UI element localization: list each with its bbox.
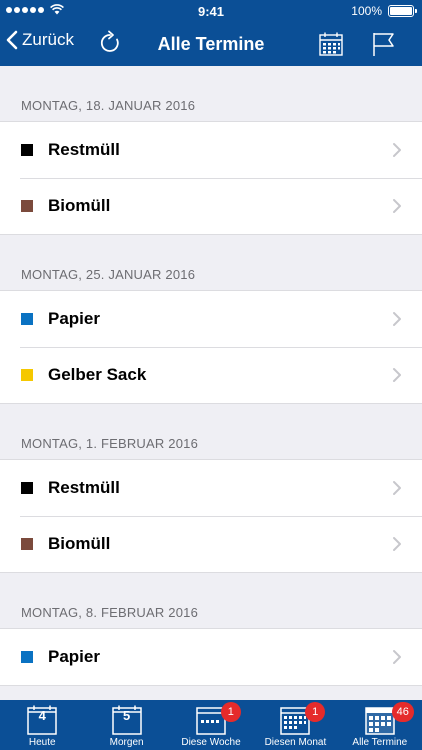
date-section: MONTAG, 8. FEBRUAR 2016 Papier xyxy=(0,573,422,686)
chevron-right-icon xyxy=(393,537,401,551)
calendar-all-icon xyxy=(365,707,395,735)
battery-icon xyxy=(388,5,417,17)
section-date: MONTAG, 18. JANUAR 2016 xyxy=(21,98,196,113)
item-label: Restmüll xyxy=(48,478,120,497)
list-item[interactable]: Restmüll xyxy=(0,122,422,178)
item-label: Gelber Sack xyxy=(48,365,147,384)
chevron-right-icon xyxy=(393,650,401,664)
date-section: MONTAG, 1. FEBRUAR 2016 Restmüll Biomüll xyxy=(0,404,422,573)
list-item[interactable]: Biomüll xyxy=(0,178,422,234)
item-label: Biomüll xyxy=(48,534,111,553)
color-swatch xyxy=(21,651,33,663)
chevron-right-icon xyxy=(393,368,401,382)
tab-alle-termine[interactable]: 46 Alle Termine xyxy=(338,700,422,750)
list-item[interactable]: Gelber Sack xyxy=(0,347,422,403)
section-date: MONTAG, 8. FEBRUAR 2016 xyxy=(21,605,199,620)
tab-label: Diese Woche xyxy=(181,737,241,748)
item-label: Biomüll xyxy=(48,196,111,215)
tab-label: Diesen Monat xyxy=(264,737,327,748)
list-item[interactable]: Biomüll xyxy=(0,516,422,572)
section-date: MONTAG, 1. FEBRUAR 2016 xyxy=(21,436,199,451)
tab-diesen-monat[interactable]: 1 Diesen Monat xyxy=(253,700,337,750)
chevron-right-icon xyxy=(393,199,401,213)
tab-bar: 4 Heute 5 Morgen 1 Diese Woche 1 Diesen … xyxy=(0,700,422,750)
tab-label: Heute xyxy=(28,737,56,748)
chevron-right-icon xyxy=(393,481,401,495)
flag-icon[interactable] xyxy=(370,31,396,57)
page-title: Alle Termine xyxy=(157,34,265,54)
item-label: Restmüll xyxy=(48,140,120,159)
calendar-icon[interactable] xyxy=(318,31,344,57)
tab-diese-woche[interactable]: 1 Diese Woche xyxy=(169,700,253,750)
termine-list[interactable]: MONTAG, 18. JANUAR 2016 Restmüll Biomüll… xyxy=(0,66,422,700)
list-item[interactable]: Restmüll xyxy=(0,460,422,516)
notification-badge: 46 xyxy=(391,702,414,722)
navigation-bar: Zurück Alle Termine xyxy=(0,22,422,66)
item-label: Papier xyxy=(48,647,100,666)
color-swatch xyxy=(21,538,33,550)
tab-morgen[interactable]: 5 Morgen xyxy=(84,700,168,750)
list-item[interactable]: Papier xyxy=(0,629,422,685)
notification-badge: 1 xyxy=(305,702,326,722)
chevron-right-icon xyxy=(393,143,401,157)
section-date: MONTAG, 25. JANUAR 2016 xyxy=(21,267,196,282)
top-bar: 9:41 100% Zurück Alle Termine xyxy=(0,0,422,66)
battery-percent: 100% xyxy=(351,4,382,18)
calendar-day-number: 5 xyxy=(122,708,131,723)
color-swatch xyxy=(21,144,33,156)
notification-badge: 1 xyxy=(220,702,241,722)
color-swatch xyxy=(21,482,33,494)
tab-label: Morgen xyxy=(109,737,144,748)
tab-label: Alle Termine xyxy=(352,737,408,748)
calendar-day-number: 4 xyxy=(38,708,46,723)
color-swatch xyxy=(21,313,33,325)
item-label: Papier xyxy=(48,309,100,328)
tab-heute[interactable]: 4 Heute xyxy=(0,700,84,750)
date-section: MONTAG, 25. JANUAR 2016 Papier Gelber Sa… xyxy=(0,235,422,404)
list-item[interactable]: Papier xyxy=(0,291,422,347)
status-bar: 9:41 100% xyxy=(0,0,422,22)
color-swatch xyxy=(21,369,33,381)
chevron-right-icon xyxy=(393,312,401,326)
date-section: MONTAG, 18. JANUAR 2016 Restmüll Biomüll xyxy=(0,66,422,235)
color-swatch xyxy=(21,200,33,212)
